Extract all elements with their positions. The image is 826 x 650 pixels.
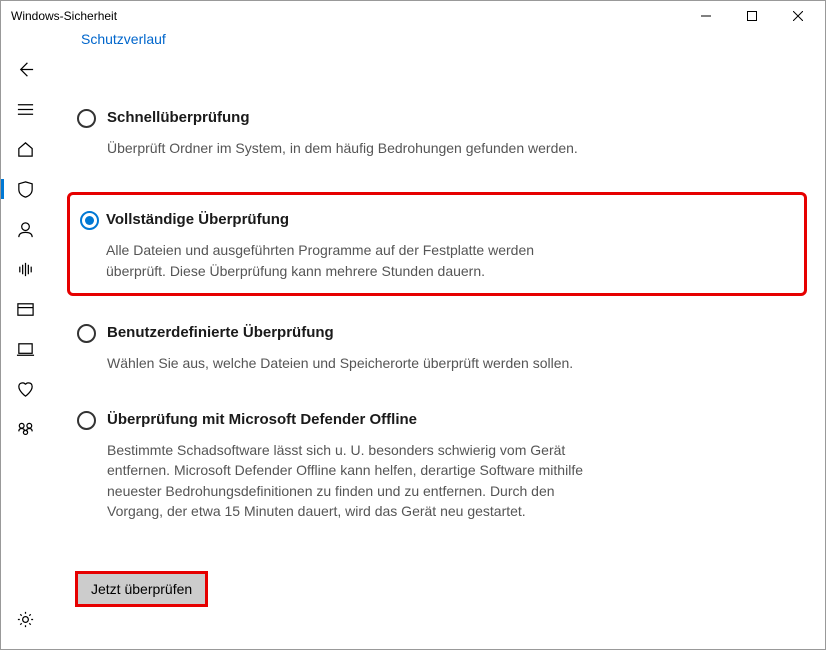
close-button[interactable] — [775, 1, 821, 31]
radio-custom[interactable] — [77, 324, 96, 343]
window-title: Windows-Sicherheit — [11, 9, 683, 23]
device-icon[interactable] — [5, 329, 45, 369]
maximize-button[interactable] — [729, 1, 775, 31]
scan-now-button[interactable]: Jetzt überprüfen — [77, 573, 206, 605]
back-button[interactable] — [5, 49, 45, 89]
titlebar: Windows-Sicherheit — [1, 1, 825, 31]
window-controls — [683, 1, 821, 31]
app-browser-icon[interactable] — [5, 289, 45, 329]
shield-icon[interactable] — [5, 169, 45, 209]
radio-full[interactable] — [80, 211, 99, 230]
highlighted-option: Vollständige Überprüfung Alle Dateien un… — [67, 192, 807, 296]
option-title: Benutzerdefinierte Überprüfung — [107, 324, 587, 341]
option-desc: Überprüft Ordner im System, in dem häufi… — [107, 138, 587, 158]
scan-option-custom[interactable]: Benutzerdefinierte Überprüfung Wählen Si… — [77, 320, 797, 377]
firewall-icon[interactable] — [5, 249, 45, 289]
option-desc: Wählen Sie aus, welche Dateien und Speic… — [107, 353, 587, 373]
family-icon[interactable] — [5, 409, 45, 449]
option-desc: Alle Dateien und ausgeführten Programme … — [106, 240, 586, 281]
scan-option-full[interactable]: Vollständige Überprüfung Alle Dateien un… — [76, 207, 798, 285]
radio-offline[interactable] — [77, 411, 96, 430]
option-title: Vollständige Überprüfung — [106, 211, 586, 228]
menu-button[interactable] — [5, 89, 45, 129]
scan-option-offline[interactable]: Überprüfung mit Microsoft Defender Offli… — [77, 407, 797, 525]
scan-option-quick[interactable]: Schnellüberprüfung Überprüft Ordner im S… — [77, 105, 797, 162]
protection-history-link[interactable]: Schutzverlauf — [81, 31, 166, 47]
home-icon[interactable] — [5, 129, 45, 169]
option-title: Überprüfung mit Microsoft Defender Offli… — [107, 411, 587, 428]
sidebar — [1, 31, 49, 649]
option-desc: Bestimmte Schadsoftware lässt sich u. U.… — [107, 440, 587, 521]
settings-icon[interactable] — [5, 599, 45, 639]
minimize-button[interactable] — [683, 1, 729, 31]
account-icon[interactable] — [5, 209, 45, 249]
main-content: Schutzverlauf Schnellüberprüfung Überprü… — [49, 31, 825, 649]
radio-quick[interactable] — [77, 109, 96, 128]
option-title: Schnellüberprüfung — [107, 109, 587, 126]
health-icon[interactable] — [5, 369, 45, 409]
